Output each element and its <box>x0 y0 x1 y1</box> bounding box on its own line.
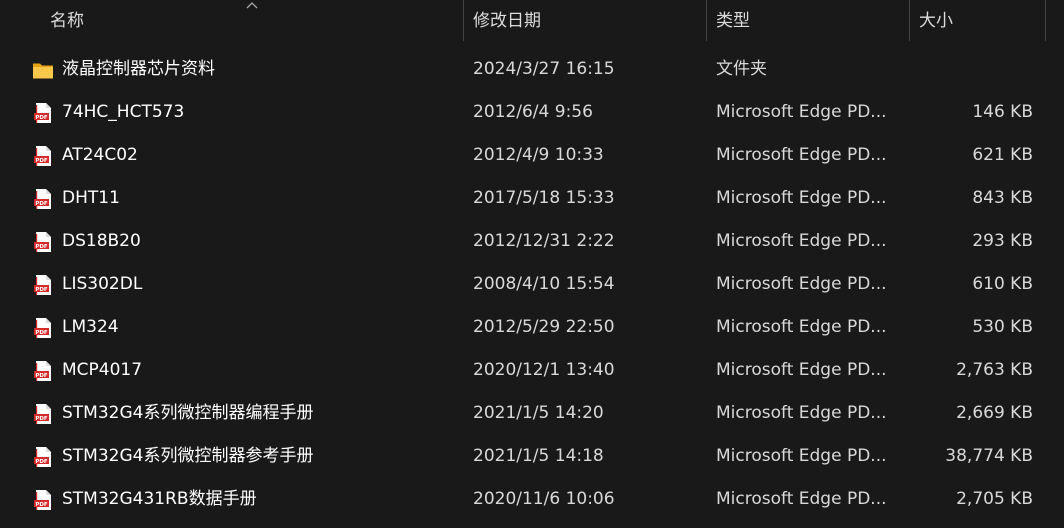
file-size: 530 KB <box>972 317 1033 337</box>
file-name: STM32G4系列微控制器参考手册 <box>62 446 314 466</box>
svg-text:PDF: PDF <box>35 115 48 121</box>
file-size: 293 KB <box>972 231 1033 251</box>
pdf-icon: PDF <box>34 447 51 467</box>
file-name: DHT11 <box>62 188 120 208</box>
file-modified-date: 2008/4/10 15:54 <box>473 274 615 294</box>
pdf-icon: PDF <box>34 189 51 209</box>
file-row[interactable]: PDF MCP4017 2020/12/1 13:40 Microsoft Edge … <box>0 349 1064 392</box>
column-separator[interactable] <box>463 0 464 41</box>
file-size: 2,669 KB <box>956 403 1033 423</box>
pdf-icon: PDF <box>34 103 51 123</box>
svg-text:PDF: PDF <box>35 201 48 207</box>
file-row[interactable]: PDF AT24C02 2012/4/9 10:33 Microsoft Edge P… <box>0 134 1064 177</box>
file-row[interactable]: PDF DS18B20 2012/12/31 2:22 Microsoft Edge … <box>0 220 1064 263</box>
file-size: 38,774 KB <box>945 446 1033 466</box>
column-header-modified[interactable]: 修改日期 <box>473 0 541 41</box>
file-type: Microsoft Edge PD... <box>716 360 887 380</box>
pdf-icon: PDF <box>34 490 51 510</box>
svg-text:PDF: PDF <box>35 244 48 250</box>
file-size: 621 KB <box>972 145 1033 165</box>
svg-text:PDF: PDF <box>35 502 48 508</box>
file-type: Microsoft Edge PD... <box>716 102 887 122</box>
file-modified-date: 2012/6/4 9:56 <box>473 102 593 122</box>
file-name: MCP4017 <box>62 360 143 380</box>
column-separator[interactable] <box>909 0 910 41</box>
column-header-type[interactable]: 类型 <box>716 0 750 41</box>
file-row[interactable]: PDF LIS302DL 2008/4/10 15:54 Microsoft Edge… <box>0 263 1064 306</box>
file-modified-date: 2021/1/5 14:18 <box>473 446 604 466</box>
file-modified-date: 2020/12/1 13:40 <box>473 360 615 380</box>
file-size: 146 KB <box>972 102 1033 122</box>
svg-text:PDF: PDF <box>35 416 48 422</box>
column-separator[interactable] <box>706 0 707 41</box>
file-name: STM32G431RB数据手册 <box>62 489 257 509</box>
file-name: 液晶控制器芯片资料 <box>62 59 215 79</box>
svg-text:PDF: PDF <box>35 373 48 379</box>
file-name: 74HC_HCT573 <box>62 102 185 122</box>
svg-text:PDF: PDF <box>35 287 48 293</box>
svg-text:PDF: PDF <box>35 158 48 164</box>
pdf-icon: PDF <box>34 361 51 381</box>
file-row[interactable]: PDF STM32G431RB数据手册 2020/11/6 10:06 Microso… <box>0 478 1064 521</box>
svg-text:PDF: PDF <box>35 330 48 336</box>
file-size: 2,705 KB <box>956 489 1033 509</box>
file-row[interactable]: PDF STM32G4系列微控制器参考手册 2021/1/5 14:18 Micros… <box>0 435 1064 478</box>
file-name: STM32G4系列微控制器编程手册 <box>62 403 314 423</box>
file-row[interactable]: PDF STM32G4系列微控制器编程手册 2021/1/5 14:20 Micros… <box>0 392 1064 435</box>
file-modified-date: 2020/11/6 10:06 <box>473 489 615 509</box>
pdf-icon: PDF <box>34 318 51 338</box>
file-size: 610 KB <box>972 274 1033 294</box>
file-type: Microsoft Edge PD... <box>716 145 887 165</box>
file-modified-date: 2017/5/18 15:33 <box>473 188 615 208</box>
file-list: 液晶控制器芯片资料 2024/3/27 16:15 文件夹 PDF 74HC_HCT57… <box>0 48 1064 521</box>
pdf-icon: PDF <box>34 232 51 252</box>
folder-icon <box>33 63 53 79</box>
file-name: LIS302DL <box>62 274 143 294</box>
file-modified-date: 2012/4/9 10:33 <box>473 145 604 165</box>
column-header-name[interactable]: 名称 <box>50 0 84 41</box>
file-name: AT24C02 <box>62 145 138 165</box>
file-modified-date: 2024/3/27 16:15 <box>473 59 615 79</box>
file-row[interactable]: PDF DHT11 2017/5/18 15:33 Microsoft Edge PD… <box>0 177 1064 220</box>
file-type: 文件夹 <box>716 59 767 79</box>
pdf-icon: PDF <box>34 404 51 424</box>
file-modified-date: 2012/5/29 22:50 <box>473 317 615 337</box>
file-type: Microsoft Edge PD... <box>716 274 887 294</box>
pdf-icon: PDF <box>34 275 51 295</box>
column-header-size[interactable]: 大小 <box>919 0 953 41</box>
column-separator[interactable] <box>1045 0 1046 41</box>
file-type: Microsoft Edge PD... <box>716 188 887 208</box>
pdf-icon: PDF <box>34 146 51 166</box>
file-size: 2,763 KB <box>956 360 1033 380</box>
file-size <box>910 48 1033 91</box>
sort-ascending-icon <box>246 2 258 9</box>
file-row[interactable]: PDF LM324 2012/5/29 22:50 Microsoft Edge PD… <box>0 306 1064 349</box>
file-modified-date: 2012/12/31 2:22 <box>473 231 615 251</box>
file-row[interactable]: PDF 74HC_HCT573 2012/6/4 9:56 Microsoft Edg… <box>0 91 1064 134</box>
column-header-bar: 名称 修改日期 类型 大小 <box>0 0 1064 41</box>
file-type: Microsoft Edge PD... <box>716 446 887 466</box>
file-type: Microsoft Edge PD... <box>716 489 887 509</box>
file-type: Microsoft Edge PD... <box>716 403 887 423</box>
folder-row[interactable]: 液晶控制器芯片资料 2024/3/27 16:15 文件夹 <box>0 48 1064 91</box>
svg-text:PDF: PDF <box>35 459 48 465</box>
file-type: Microsoft Edge PD... <box>716 231 887 251</box>
file-type: Microsoft Edge PD... <box>716 317 887 337</box>
file-modified-date: 2021/1/5 14:20 <box>473 403 604 423</box>
file-name: DS18B20 <box>62 231 141 251</box>
file-name: LM324 <box>62 317 119 337</box>
file-size: 843 KB <box>972 188 1033 208</box>
